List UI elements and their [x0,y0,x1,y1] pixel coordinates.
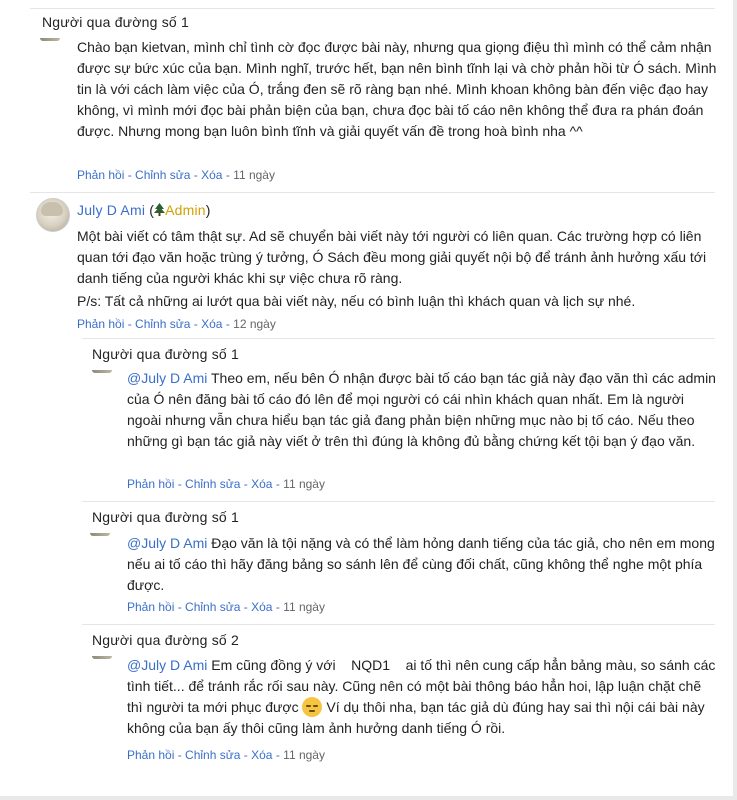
edit-link[interactable]: Chỉnh sửa [185,748,240,762]
reply-link[interactable]: Phản hồi [127,477,174,491]
reply-link[interactable]: Phản hồi [77,317,124,331]
avatar[interactable] [92,370,112,373]
comment-actions: Phản hồi - Chỉnh sửa - Xóa - 11 ngày [77,168,275,182]
comment-author-line: July D Ami (Admin) [77,202,211,218]
edit-link[interactable]: Chỉnh sửa [185,600,240,614]
delete-link[interactable]: Xóa [251,600,272,614]
comment-time: 11 ngày [233,168,275,182]
edit-link[interactable]: Chỉnh sửa [135,168,190,182]
comment-author[interactable]: July D Ami [77,202,145,218]
reply-actions: Phản hồi - Chỉnh sửa - Xóa - 11 ngày [127,600,325,614]
delete-link[interactable]: Xóa [201,317,222,331]
avatar[interactable] [36,198,70,232]
reply-link[interactable]: Phản hồi [127,748,174,762]
reply-author[interactable]: Người qua đường số 2 [92,632,239,648]
user-tag[interactable]: NQD1 [351,657,390,673]
divider [30,8,715,9]
reply-author[interactable]: Người qua đường số 1 [92,346,239,362]
divider [82,624,715,625]
comment-ps: P/s: Tất cả những ai lướt qua bài viết n… [77,293,636,309]
comment-text: Chào bạn kietvan, mình chỉ tình cờ đọc đ… [77,39,717,139]
avatar[interactable] [90,533,110,536]
divider [30,192,715,193]
divider [82,501,715,502]
reply-author[interactable]: Người qua đường số 1 [92,509,239,525]
reply-actions: Phản hồi - Chỉnh sửa - Xóa - 11 ngày [127,748,325,762]
tree-icon [154,203,166,216]
pensive-face-icon [302,697,323,717]
mention-link[interactable]: @July D Ami [127,657,207,673]
reply-text: @July D Ami Theo em, nếu bên Ó nhận được… [127,370,716,449]
delete-link[interactable]: Xóa [251,748,272,762]
reply-link[interactable]: Phản hồi [77,168,124,182]
delete-link[interactable]: Xóa [201,168,222,182]
divider [82,338,715,339]
comment-text: Một bài viết có tâm thật sự. Ad sẽ chuyể… [77,228,707,286]
reply-link[interactable]: Phản hồi [127,600,174,614]
comment-time: 12 ngày [233,317,276,331]
reply-text: @July D Ami Đạo văn là tội nặng và có th… [127,535,715,593]
avatar[interactable] [40,38,60,41]
reply-time: 11 ngày [283,748,325,762]
avatar[interactable] [92,656,112,659]
delete-link[interactable]: Xóa [251,477,272,491]
comment-actions: Phản hồi - Chỉnh sửa - Xóa - 12 ngày [77,317,276,331]
edit-link[interactable]: Chỉnh sửa [185,477,240,491]
mention-link[interactable]: @July D Ami [127,535,207,551]
comment-author[interactable]: Người qua đường số 1 [42,14,189,30]
window-edge-bottom [0,796,737,800]
mention-link[interactable]: @July D Ami [127,370,207,386]
window-edge-right [733,0,737,800]
reply-time: 11 ngày [283,600,325,614]
reply-text: @July D Ami Em cũng đồng ý với NQD1 ai t… [127,657,716,736]
admin-badge: Admin [165,202,206,218]
reply-time: 11 ngày [283,477,325,491]
edit-link[interactable]: Chỉnh sửa [135,317,190,331]
reply-actions: Phản hồi - Chỉnh sửa - Xóa - 11 ngày [127,477,325,491]
